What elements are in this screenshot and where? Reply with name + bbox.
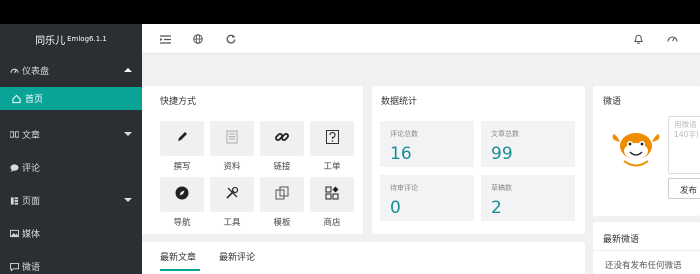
pencil-icon <box>176 131 188 146</box>
globe-icon[interactable] <box>192 33 204 45</box>
shortcut-templates[interactable]: 模板 <box>260 177 304 228</box>
shortcut-ticket[interactable]: 工单 <box>310 121 354 172</box>
sidebar-item-label: 评论 <box>22 164 41 174</box>
shortcuts-card: 快捷方式 撰写 资料 链接 工单 导航 工具 模板 商店 <box>142 86 363 234</box>
stat-value: 99 <box>491 144 513 164</box>
home-icon <box>12 94 21 103</box>
active-tab-indicator <box>160 269 200 271</box>
weiyu-input[interactable]: 用微语 140字) <box>668 116 700 174</box>
tab-latest-articles[interactable]: 最新文章 <box>160 250 196 263</box>
shortcut-store[interactable]: 商店 <box>310 177 354 228</box>
menu-toggle-icon[interactable] <box>159 33 171 45</box>
stat-value: 0 <box>390 198 401 218</box>
shortcut-profile[interactable]: 资料 <box>210 121 254 172</box>
article-icon <box>10 130 19 139</box>
sidebar-item-pages[interactable]: 页面 <box>0 184 142 217</box>
brand-name: 同乐儿 <box>35 35 66 47</box>
stat-label: 文章总数 <box>491 130 519 138</box>
store-icon <box>325 186 339 203</box>
weiyu-placeholder-line2: 140字) <box>674 130 699 139</box>
caret-down-icon <box>124 196 132 206</box>
shortcut-navigation[interactable]: 导航 <box>160 177 204 228</box>
shortcut-box <box>160 177 204 212</box>
shortcut-box <box>210 177 254 212</box>
sidebar-item-label: 媒体 <box>22 230 41 240</box>
shortcut-label: 撰写 <box>173 162 191 172</box>
sidebar-item-label: 页面 <box>22 197 41 207</box>
dashboard-gauge-icon[interactable] <box>666 33 678 45</box>
stats-card: 数据统计 评论总数 16 文章总数 99 待审评论 0 草稿数 2 <box>372 86 585 234</box>
sidebar-item-micro-posts[interactable]: 微语 <box>0 250 142 274</box>
shortcut-write[interactable]: 撰写 <box>160 121 204 172</box>
weiyu-card: 微语 用微语 140字) 发布 <box>593 86 700 216</box>
sidebar-item-comments[interactable]: 评论 <box>0 151 142 184</box>
sidebar-item-dashboard[interactable]: 仪表盘 <box>0 54 142 87</box>
compass-icon <box>175 186 189 203</box>
stat-label: 评论总数 <box>390 130 418 138</box>
shortcut-label: 资料 <box>223 162 241 172</box>
brand-version: Emlog6.1.1 <box>67 35 107 43</box>
tools-icon <box>225 186 239 203</box>
shortcut-label: 导航 <box>173 218 191 228</box>
sidebar-item-media[interactable]: 媒体 <box>0 217 142 250</box>
latest-weiyu-empty: 还没有发布任何微语 <box>605 261 682 271</box>
weiyu-title: 微语 <box>603 97 622 107</box>
main-content: 快捷方式 撰写 资料 链接 工单 导航 工具 模板 商店 数据统计 评论总数 1… <box>142 54 700 274</box>
shortcut-box <box>160 121 204 156</box>
tab-latest-comments[interactable]: 最新评论 <box>219 250 255 263</box>
shortcut-box <box>210 121 254 156</box>
stats-title: 数据统计 <box>381 97 418 107</box>
shortcuts-title: 快捷方式 <box>160 97 197 107</box>
sidebar-item-label: 仪表盘 <box>22 67 50 77</box>
stat-drafts[interactable]: 草稿数 2 <box>481 175 575 221</box>
shortcut-label: 工具 <box>223 218 241 228</box>
stat-label: 待审评论 <box>390 184 418 192</box>
document-icon <box>226 130 238 147</box>
sidebar-item-articles[interactable]: 文章 <box>0 118 142 151</box>
recent-tabs-card: 最新文章 最新评论 <box>142 242 585 274</box>
shortcut-tools[interactable]: 工具 <box>210 177 254 228</box>
sidebar-item-label: 文章 <box>22 131 41 141</box>
shortcut-box <box>260 121 304 156</box>
caret-down-icon <box>124 130 132 140</box>
comment-icon <box>10 163 19 172</box>
template-icon <box>275 186 289 203</box>
micro-post-icon <box>10 262 19 271</box>
sidebar: 同乐儿 Emlog6.1.1 仪表盘 首页 文章 评论 页面 媒体 微语 <box>0 24 142 274</box>
shortcut-label: 链接 <box>273 162 291 172</box>
bell-icon[interactable] <box>632 33 644 45</box>
weiyu-placeholder-line1: 用微语 <box>674 120 697 129</box>
mascot-icon <box>610 128 662 170</box>
shortcut-links[interactable]: 链接 <box>260 121 304 172</box>
shortcut-box <box>310 121 354 156</box>
shortcut-box <box>310 177 354 212</box>
sidebar-item-home[interactable]: 首页 <box>0 87 142 110</box>
stat-label: 草稿数 <box>491 184 512 192</box>
stat-value: 16 <box>390 144 412 164</box>
ticket-icon <box>325 130 339 147</box>
shortcut-box <box>260 177 304 212</box>
shortcut-label: 工单 <box>323 162 341 172</box>
latest-weiyu-title: 最新微语 <box>603 235 640 245</box>
dashboard-icon <box>10 66 19 75</box>
sidebar-item-label: 微语 <box>22 263 41 273</box>
shortcut-label: 商店 <box>323 218 341 228</box>
stat-total-comments[interactable]: 评论总数 16 <box>380 121 474 167</box>
latest-weiyu-card: 最新微语 还没有发布任何微语 <box>593 222 700 274</box>
sidebar-item-label: 首页 <box>25 95 44 105</box>
brand[interactable]: 同乐儿 Emlog6.1.1 <box>0 24 142 54</box>
media-icon <box>10 229 19 238</box>
page-icon <box>10 196 19 205</box>
refresh-icon[interactable] <box>225 33 237 45</box>
stat-value: 2 <box>491 198 502 218</box>
top-black-strip <box>0 0 700 24</box>
link-icon <box>275 130 289 147</box>
top-header <box>142 24 700 54</box>
publish-button[interactable]: 发布 <box>668 178 700 199</box>
divider <box>593 250 700 251</box>
stat-total-articles[interactable]: 文章总数 99 <box>481 121 575 167</box>
shortcut-label: 模板 <box>273 218 291 228</box>
caret-up-icon <box>124 66 132 76</box>
stat-pending-comments[interactable]: 待审评论 0 <box>380 175 474 221</box>
